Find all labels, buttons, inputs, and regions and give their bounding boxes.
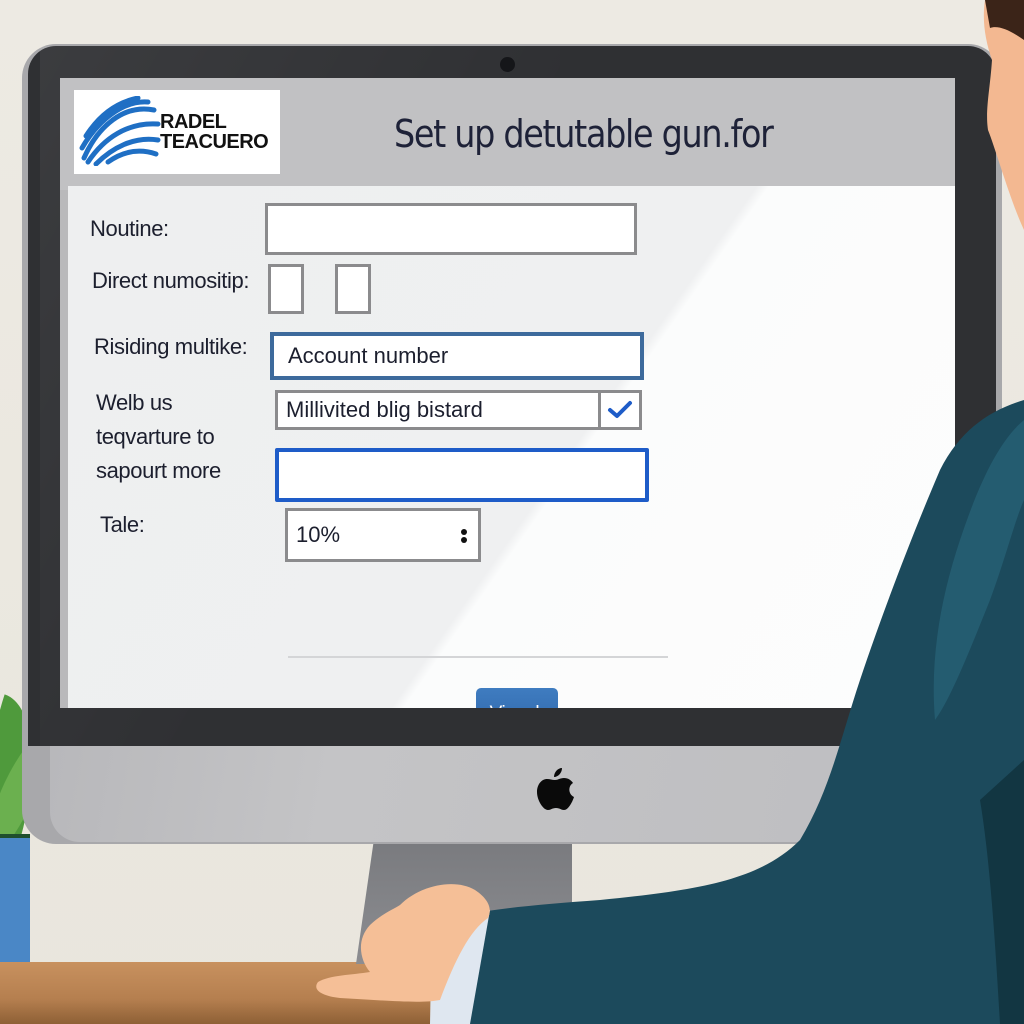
brand-logo: RADEL TEACUERO bbox=[74, 90, 280, 174]
sapourt-input[interactable] bbox=[275, 448, 649, 502]
apple-logo-icon bbox=[537, 768, 574, 810]
field-label-welb-1: Welb us bbox=[96, 390, 173, 415]
plant-pot bbox=[0, 838, 30, 970]
setup-form: Noutine: Direct numositip: Risiding mult… bbox=[68, 186, 955, 708]
monitor-chin bbox=[50, 746, 996, 842]
account-number-input[interactable]: Account number bbox=[270, 332, 644, 380]
direct-box-2[interactable] bbox=[335, 264, 371, 314]
field-label-risiding: Risiding multike: bbox=[94, 334, 248, 359]
logo-line2: TEACUERO bbox=[160, 131, 269, 153]
direct-box-1[interactable] bbox=[268, 264, 304, 314]
bistard-checkbox[interactable] bbox=[598, 390, 642, 430]
wave-logo-icon bbox=[79, 96, 161, 166]
field-label-noutine: Noutine: bbox=[90, 216, 169, 241]
desk bbox=[0, 962, 1024, 1024]
field-label-welb-2: teqvarture to bbox=[96, 424, 215, 449]
field-label-tale: Tale: bbox=[100, 512, 145, 537]
monitor-stand bbox=[356, 844, 572, 964]
page-title: Set up detutable gun.for bbox=[394, 112, 774, 156]
field-label-direct: Direct numositip: bbox=[92, 268, 250, 293]
bistard-select[interactable]: Millivited blig bistard bbox=[275, 390, 601, 430]
tale-stepper[interactable]: 10% bbox=[285, 508, 481, 562]
checkmark-icon bbox=[608, 401, 632, 418]
tale-value: 10% bbox=[296, 522, 341, 547]
webcam bbox=[500, 57, 515, 72]
field-label-welb-3: sapourt more bbox=[96, 458, 221, 483]
app-header: RADEL TEACUERO Set up detutable gun.for bbox=[60, 78, 955, 190]
screen: RADEL TEACUERO Set up detutable gun.for … bbox=[60, 78, 955, 708]
logo-line1: RADEL bbox=[160, 111, 227, 133]
submit-button[interactable]: Viepek bbox=[476, 688, 558, 708]
noutine-input[interactable] bbox=[265, 203, 637, 255]
stepper-icon[interactable] bbox=[460, 527, 468, 545]
form-divider bbox=[288, 656, 668, 658]
